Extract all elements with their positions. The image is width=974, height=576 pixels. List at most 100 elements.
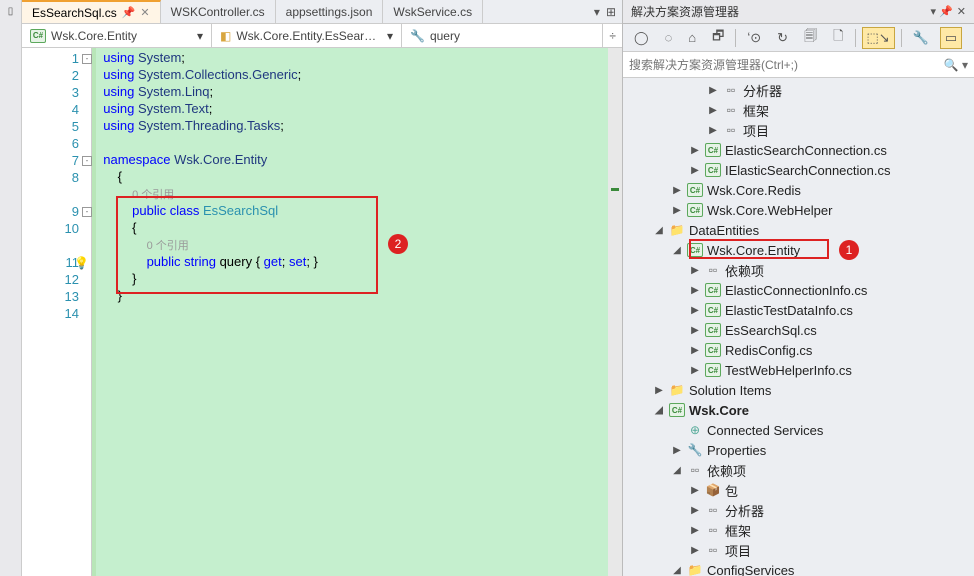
search-icon[interactable]: 🔍 ▾ [944,58,968,72]
fold-icon[interactable]: - [82,156,92,166]
expand-icon[interactable]: ▶ [689,265,701,276]
tree-node--[interactable]: ▶▫▫分析器 [623,500,974,520]
home-icon[interactable]: ⌂ [683,27,701,48]
vertical-scrollbar[interactable] [608,48,622,576]
nav-split[interactable]: ÷ [603,24,622,47]
code-line[interactable]: namespace Wsk.Core.Entity [96,152,622,169]
expand-icon[interactable]: ▶ [689,325,701,336]
tree-node-wsk-core[interactable]: ◢C#Wsk.Core [623,400,974,420]
tree-node--[interactable]: ▶📦包 [623,480,974,500]
refresh-icon[interactable]: ↻ [772,27,793,49]
code-line[interactable]: using System.Threading.Tasks; [96,118,622,135]
tree-node-solution-items[interactable]: ▶📁Solution Items [623,380,974,400]
tree-node-configservices[interactable]: ◢📁ConfigServices [623,560,974,576]
expand-icon[interactable]: ▶ [671,445,683,456]
tree-node-wsk-core-redis[interactable]: ▶C#Wsk.Core.Redis [623,180,974,200]
tree-node-dataentities[interactable]: ◢📁DataEntities [623,220,974,240]
tree-node-testwebhelperinfo-cs[interactable]: ▶C#TestWebHelperInfo.cs [623,360,974,380]
tree-node-elastictestdatainfo-cs[interactable]: ▶C#ElasticTestDataInfo.cs [623,300,974,320]
back-icon[interactable]: ◯ [629,27,654,49]
collapse-icon[interactable]: 🗐 [799,24,822,52]
tree-node-properties[interactable]: ▶🔧Properties [623,440,974,460]
fold-icon[interactable]: - [82,54,92,64]
expand-icon[interactable]: ▶ [707,125,719,136]
code-line[interactable] [96,305,622,322]
tab-split-icon[interactable]: ⊞ [606,5,616,19]
expand-icon[interactable]: ▶ [689,525,701,536]
switch-icon[interactable]: 🗗 [707,24,729,52]
expand-icon[interactable]: ▶ [671,185,683,196]
expand-icon[interactable]: ▶ [689,145,701,156]
tree-node-wsk-core-webhelper[interactable]: ▶C#Wsk.Core.WebHelper [623,200,974,220]
expand-icon[interactable]: ◢ [653,225,665,236]
tree-node-essearchsql-cs[interactable]: ▶C#EsSearchSql.cs [623,320,974,340]
close-icon[interactable]: ✕ [140,6,149,19]
fold-icon[interactable]: - [82,207,92,217]
expand-icon[interactable]: ▶ [689,285,701,296]
solution-explorer-search[interactable]: 🔍 ▾ [623,52,974,78]
tree-node-ielasticsearchconnection-cs[interactable]: ▶C#IElasticSearchConnection.cs [623,160,974,180]
expand-icon[interactable]: ▶ [707,105,719,116]
pin-icon[interactable]: 📌 [122,6,136,19]
pin-icon[interactable]: ▾ 📌 [931,5,953,18]
csharp-file-icon: C# [705,363,721,377]
tree-node--[interactable]: ▶▫▫依赖项 [623,260,974,280]
code-surface[interactable]: using System; using System.Collections.G… [92,48,622,576]
nav-class[interactable]: ◧ Wsk.Core.Entity.EsSearchSql ▾ [212,24,402,47]
tab-dropdown-icon[interactable]: ▾ [594,5,600,19]
left-tool-strip: ▯ [0,0,22,576]
tree-node-connected-services[interactable]: ⊕Connected Services [623,420,974,440]
tree-node--[interactable]: ▶▫▫框架 [623,100,974,120]
folder-icon: 📁 [669,222,685,238]
search-input[interactable] [629,58,944,72]
expand-icon[interactable]: ▶ [689,305,701,316]
expand-icon[interactable]: ▶ [707,85,719,96]
expand-icon[interactable]: ▶ [689,365,701,376]
tree-node--[interactable]: ▶▫▫框架 [623,520,974,540]
nav-member[interactable]: 🔧 query [402,24,603,47]
tab-label: appsettings.json [286,5,373,19]
tab-wskservice-cs[interactable]: WskService.cs [383,0,483,23]
properties-icon[interactable]: ▭ [940,27,962,49]
tree-node--[interactable]: ▶▫▫项目 [623,540,974,560]
code-editor[interactable]: 1-234567-89-1011💡121314 using System; us… [22,48,622,576]
tree-node-elasticconnectioninfo-cs[interactable]: ▶C#ElasticConnectionInfo.cs [623,280,974,300]
tree-node-elasticsearchconnection-cs[interactable]: ▶C#ElasticSearchConnection.cs [623,140,974,160]
forward-icon[interactable]: ◌ [660,27,678,48]
expand-icon[interactable]: ▶ [689,505,701,516]
expand-icon[interactable]: ▶ [653,385,665,396]
wrench-icon[interactable]: 🔧 [908,27,934,49]
show-all-icon[interactable]: 🗋 [828,24,848,52]
close-icon[interactable]: ✕ [957,5,966,18]
expand-icon[interactable]: ▶ [689,165,701,176]
expand-icon[interactable]: ▶ [689,345,701,356]
code-line[interactable] [96,135,622,152]
tree-node--[interactable]: ▶▫▫项目 [623,120,974,140]
expand-icon[interactable]: ▶ [671,205,683,216]
code-line[interactable]: using System.Collections.Generic; [96,67,622,84]
code-line[interactable]: { [96,169,622,186]
view-icon[interactable]: ⬚↘ [862,27,895,49]
expand-icon[interactable]: ◢ [653,405,665,416]
reference-icon: ▫▫ [705,542,721,558]
code-line[interactable]: using System.Linq; [96,84,622,101]
solution-tree[interactable]: ▶▫▫分析器▶▫▫框架▶▫▫项目▶C#ElasticSearchConnecti… [623,78,974,576]
wrench-icon: 🔧 [410,29,425,43]
tab-wskcontroller-cs[interactable]: WSKController.cs [161,0,276,23]
expand-icon[interactable]: ▶ [689,545,701,556]
nav-project[interactable]: C# Wsk.Core.Entity ▾ [22,24,212,47]
expand-icon[interactable]: ◢ [671,565,683,576]
tab-essearchsql-cs[interactable]: EsSearchSql.cs📌✕ [22,0,161,23]
expand-icon[interactable]: ◢ [671,245,683,256]
expand-icon[interactable]: ▶ [689,485,701,496]
tree-node--[interactable]: ▶▫▫分析器 [623,80,974,100]
sync-icon[interactable]: ʻ⊙ [742,27,766,49]
expand-icon[interactable]: ◢ [671,465,683,476]
code-line[interactable]: using System.Text; [96,101,622,118]
tab-appsettings-json[interactable]: appsettings.json [276,0,384,23]
lightbulb-icon[interactable]: 💡 [74,256,89,270]
tree-node-redisconfig-cs[interactable]: ▶C#RedisConfig.cs [623,340,974,360]
code-line[interactable]: using System; [96,50,622,67]
tool-icon[interactable]: ▯ [8,6,14,17]
tree-node--[interactable]: ◢▫▫依赖项 [623,460,974,480]
